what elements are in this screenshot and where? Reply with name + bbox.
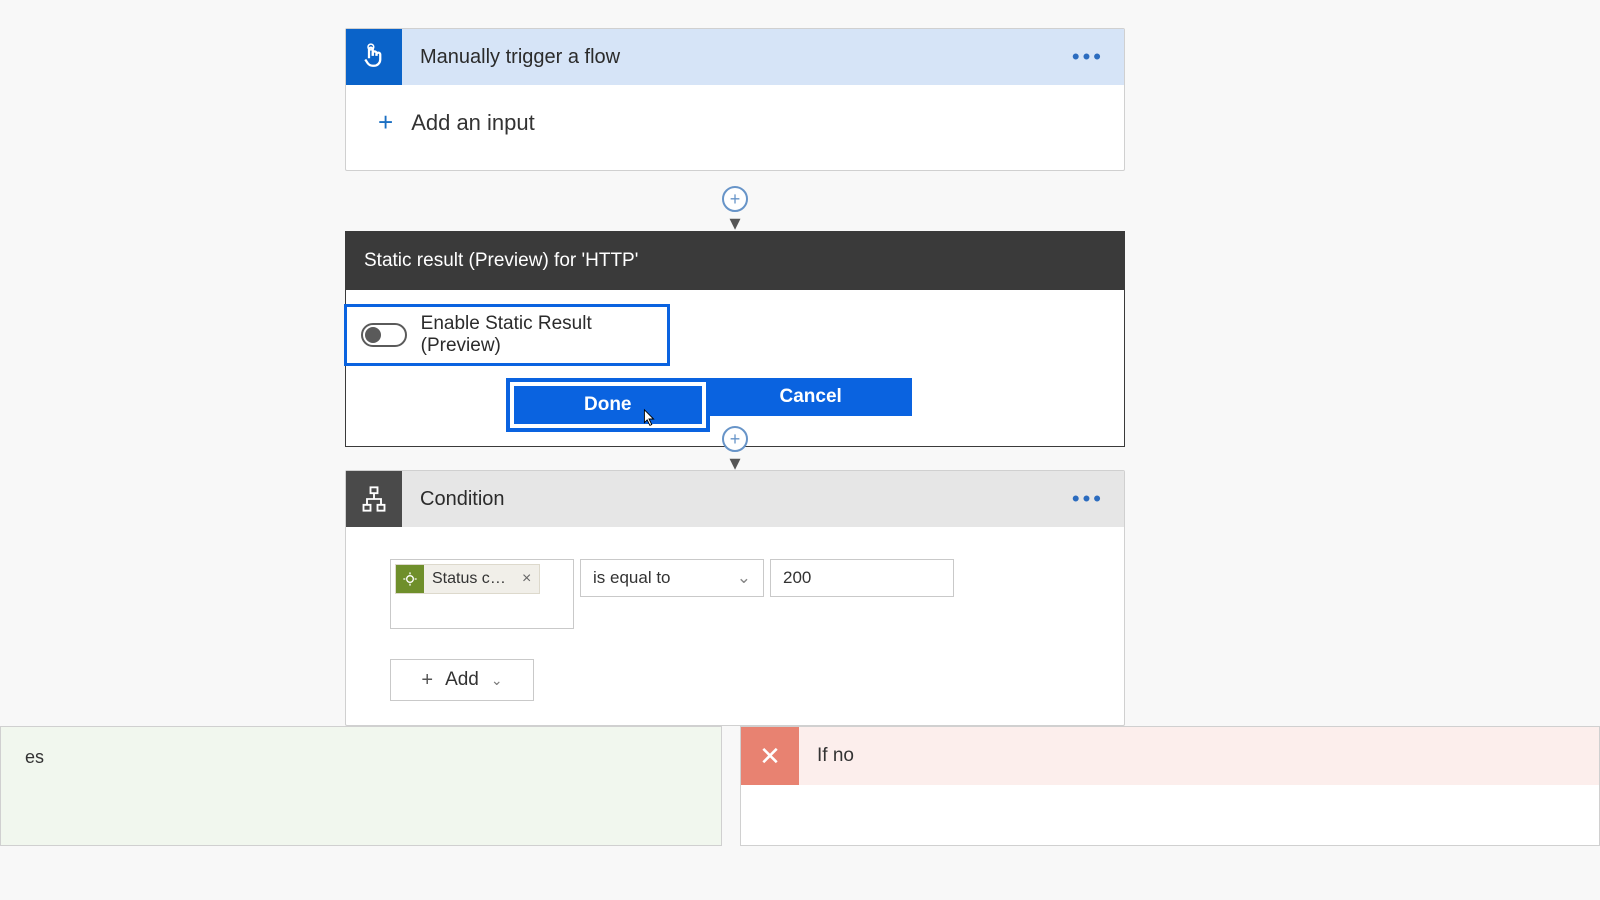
condition-body: Status co... × is equal to ⌄ 200 + Add ⌄: [346, 527, 1124, 725]
if-no-header: ✕ If no: [741, 727, 1599, 785]
add-input-label: Add an input: [411, 110, 535, 136]
operator-value: is equal to: [593, 568, 671, 588]
chevron-down-icon: ⌄: [737, 568, 751, 588]
chevron-down-icon: ⌄: [491, 672, 503, 689]
done-button[interactable]: Done: [514, 386, 702, 424]
static-result-buttons: Done Cancel: [346, 378, 1124, 432]
condition-header[interactable]: Condition •••: [346, 471, 1124, 527]
static-result-header: Static result (Preview) for 'HTTP': [346, 232, 1124, 290]
condition-card: Condition ••• Status co... ×: [345, 470, 1125, 726]
condition-operator-select[interactable]: is equal to ⌄: [580, 559, 764, 597]
if-yes-label-fragment: es: [25, 747, 44, 767]
condition-icon: [346, 471, 402, 527]
condition-value: 200: [783, 568, 811, 588]
enable-static-result-row: Enable Static Result (Preview): [344, 304, 670, 366]
if-no-label: If no: [799, 745, 854, 767]
cancel-button[interactable]: Cancel: [710, 378, 912, 416]
add-step-button-2[interactable]: +: [722, 426, 748, 452]
trigger-card: Manually trigger a flow ••• + Add an inp…: [345, 28, 1125, 171]
add-step-button-1[interactable]: +: [722, 186, 748, 212]
enable-static-result-label: Enable Static Result (Preview): [421, 313, 653, 357]
condition-value-input[interactable]: 200: [770, 559, 954, 597]
trigger-header[interactable]: Manually trigger a flow •••: [346, 29, 1124, 85]
if-yes-branch[interactable]: es: [0, 726, 722, 846]
done-button-highlight: Done: [506, 378, 710, 432]
plus-icon: +: [378, 107, 393, 138]
add-input-button[interactable]: + Add an input: [378, 107, 1092, 138]
trigger-title: Manually trigger a flow: [402, 46, 1072, 69]
static-result-card: Static result (Preview) for 'HTTP' Enabl…: [345, 231, 1125, 447]
manual-trigger-icon: [346, 29, 402, 85]
add-label: Add: [445, 669, 479, 691]
close-icon: ✕: [741, 727, 799, 785]
token-label: Status co...: [424, 570, 514, 588]
token-remove-button[interactable]: ×: [514, 570, 539, 588]
if-no-branch[interactable]: ✕ If no: [740, 726, 1600, 846]
status-code-token: Status co... ×: [395, 564, 540, 594]
condition-row: Status co... × is equal to ⌄ 200: [390, 559, 1080, 629]
trigger-body: + Add an input: [346, 85, 1124, 170]
toggle-knob: [365, 327, 381, 343]
add-condition-button[interactable]: + Add ⌄: [390, 659, 534, 701]
trigger-menu-button[interactable]: •••: [1072, 44, 1104, 70]
enable-static-result-toggle[interactable]: [361, 323, 407, 347]
condition-menu-button[interactable]: •••: [1072, 486, 1104, 512]
condition-title: Condition: [402, 488, 1072, 511]
plus-icon: +: [421, 669, 433, 692]
condition-left-operand[interactable]: Status co... ×: [390, 559, 574, 629]
dynamic-content-icon: [396, 565, 424, 593]
